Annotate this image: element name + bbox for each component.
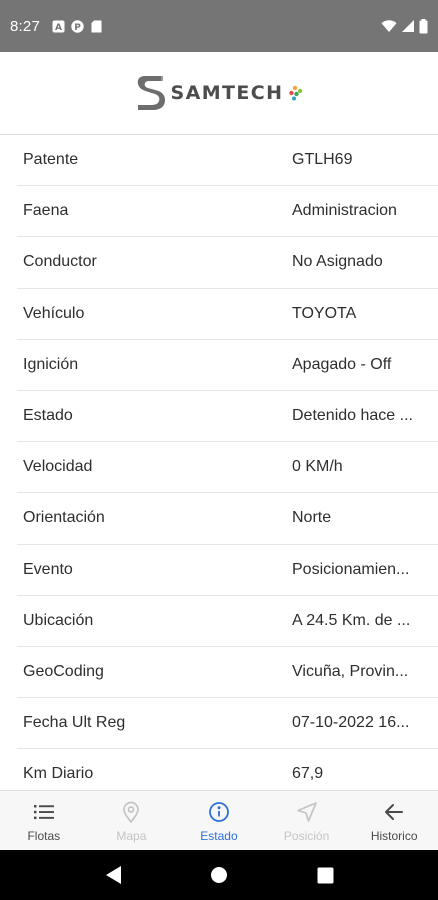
notification-icons: A P [52, 19, 103, 33]
a-icon: A [52, 20, 65, 33]
recents-icon[interactable] [317, 867, 334, 884]
system-indicators [381, 18, 428, 34]
row-label: Vehículo [23, 304, 85, 322]
battery-icon [419, 18, 428, 34]
row-value: 67,9 [292, 765, 324, 783]
list-item-km-diario: Km Diario 67,9 [17, 749, 438, 790]
tab-posicion[interactable]: Posición [263, 791, 351, 850]
row-label: Conductor [23, 253, 97, 271]
list-item-conductor: Conductor No Asignado [17, 237, 438, 289]
row-label: Km Diario [23, 765, 94, 783]
map-pin-icon [120, 801, 142, 823]
row-value: 07-10-2022 16... [292, 714, 410, 732]
tab-label: Historico [370, 829, 418, 843]
logo-text: SAMTECH [170, 82, 284, 104]
row-value: A 24.5 Km. de ... [292, 611, 411, 629]
tab-mapa[interactable]: Mapa [88, 791, 176, 850]
system-navigation-bar [0, 850, 438, 900]
row-label: Evento [23, 560, 73, 578]
tab-estado[interactable]: Estado [175, 791, 263, 850]
tab-label: Flotas [27, 829, 61, 843]
row-value: Administracion [292, 202, 397, 220]
info-icon [208, 801, 230, 823]
list-icon [33, 801, 55, 823]
bottom-navigation: Flotas Mapa Estado Posición Historico [0, 790, 438, 850]
list-item-orientacion: Orientación Norte [17, 493, 438, 545]
list-item-vehiculo: Vehículo TOYOTA [17, 289, 438, 340]
row-value: Apagado - Off [292, 355, 392, 373]
tab-flotas[interactable]: Flotas [0, 791, 88, 850]
row-label: Orientación [23, 509, 105, 527]
back-arrow-icon [383, 801, 405, 823]
row-value: Vicuña, Provin... [292, 662, 409, 680]
wifi-icon [381, 19, 397, 33]
row-label: Patente [23, 151, 79, 169]
list-item-patente: Patente GTLH69 [17, 135, 438, 187]
row-label: GeoCoding [23, 662, 104, 680]
list-item-faena: Faena Administracion [17, 186, 438, 238]
list-item-geocoding: GeoCoding Vicuña, Provin... [17, 647, 438, 699]
samtech-logo-mark [135, 73, 167, 113]
row-value: Detenido hace ... [292, 407, 413, 425]
home-icon[interactable] [210, 866, 228, 884]
tab-label: Mapa [116, 829, 147, 843]
row-label: Faena [23, 202, 69, 220]
row-label: Fecha Ult Reg [23, 714, 126, 732]
row-value: Posicionamien... [292, 560, 410, 578]
samtech-logo: SAMTECH [135, 73, 304, 113]
list-item-velocidad: Velocidad 0 KM/h [17, 442, 438, 494]
svg-text:P: P [74, 23, 81, 33]
navigation-arrow-icon [296, 801, 318, 823]
row-value: 0 KM/h [292, 458, 343, 476]
row-value: TOYOTA [292, 304, 357, 322]
tab-historico[interactable]: Historico [350, 791, 438, 850]
vehicle-status-list[interactable]: Patente GTLH69 Faena Administracion Conduc… [0, 135, 438, 790]
status-bar: 8:27 A P [0, 0, 438, 52]
row-value: Norte [292, 509, 332, 527]
row-label: Ubicación [23, 611, 94, 629]
p-icon: P [71, 19, 84, 33]
app-header: SAMTECH [0, 52, 438, 135]
row-label: Velocidad [23, 458, 93, 476]
row-label: Ignición [23, 355, 79, 373]
list-item-ignicion: Ignición Apagado - Off [17, 340, 438, 391]
svg-text:A: A [55, 23, 62, 33]
list-item-ubicacion: Ubicación A 24.5 Km. de ... [17, 596, 438, 647]
tab-label: Posición [283, 829, 330, 843]
tab-label: Estado [200, 829, 238, 843]
logo-dots [283, 85, 303, 101]
row-value: GTLH69 [292, 151, 353, 169]
list-item-estado: Estado Detenido hace ... [17, 391, 438, 443]
row-value: No Asignado [292, 253, 383, 271]
signal-icon [401, 19, 415, 33]
row-label: Estado [23, 407, 73, 425]
list-item-evento: Evento Posicionamien... [17, 545, 438, 596]
back-icon[interactable] [104, 865, 122, 885]
sd-card-icon [90, 20, 103, 33]
list-item-fecha-ult-reg: Fecha Ult Reg 07-10-2022 16... [17, 698, 438, 750]
status-time: 8:27 [10, 17, 40, 35]
